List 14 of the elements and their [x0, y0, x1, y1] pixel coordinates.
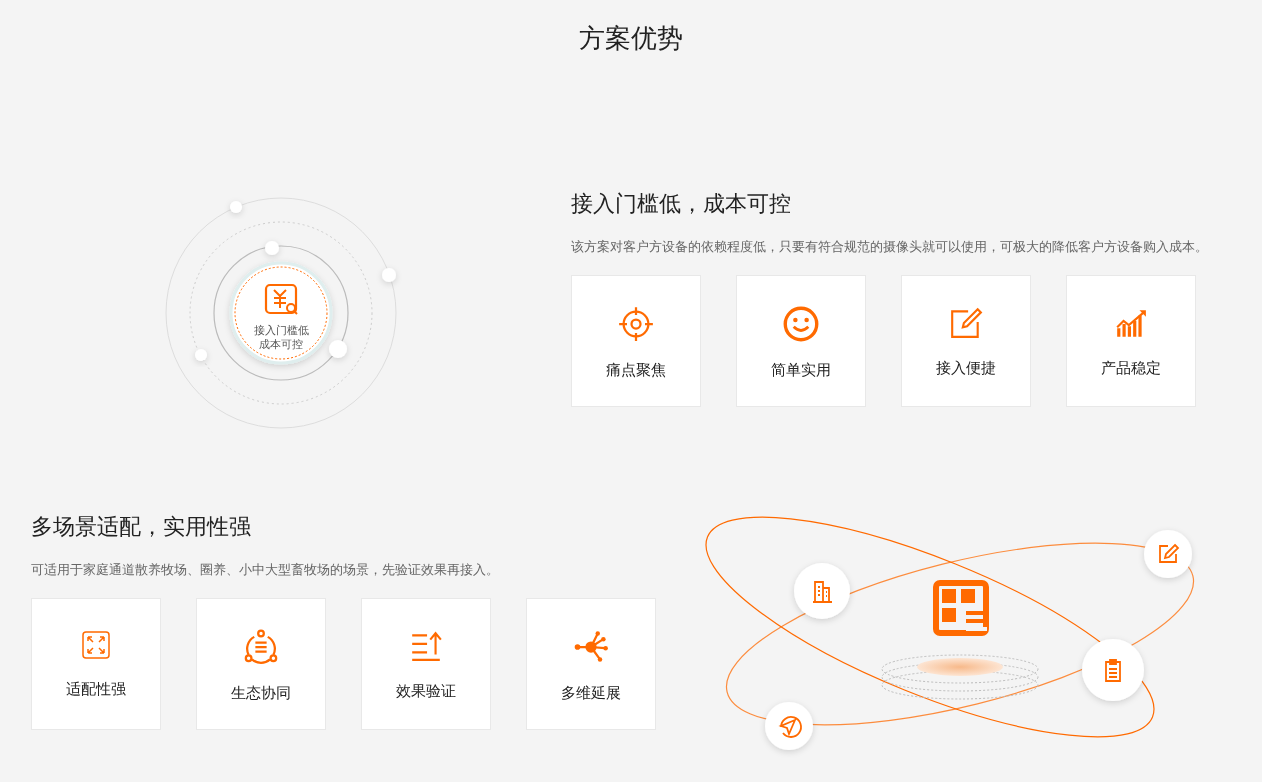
section-description: 可适用于家庭通道散养牧场、圈养、小中大型畜牧场的场景，先验证效果再接入。	[31, 561, 500, 579]
feature-label: 接入便捷	[936, 358, 996, 379]
feature-label: 简单实用	[771, 360, 831, 381]
feature-label: 效果验证	[396, 681, 456, 702]
feature-label: 痛点聚焦	[606, 360, 666, 381]
feature-label: 生态协同	[231, 683, 291, 704]
center-label: 接入门槛低成本可控	[252, 323, 310, 351]
section-description: 该方案对客户方设备的依赖程度低，只要有符合规范的摄像头就可以使用，可极大的降低客户方设备购入成本。	[571, 238, 1209, 256]
page-title: 方案优势	[578, 22, 684, 55]
feature-label: 产品稳定	[1101, 358, 1161, 379]
section-heading: 多场景适配，实用性强	[31, 513, 252, 541]
feature-label: 适配性强	[66, 679, 126, 700]
feature-label: 多维延展	[561, 683, 621, 704]
section-heading: 接入门槛低，成本可控	[571, 190, 792, 218]
